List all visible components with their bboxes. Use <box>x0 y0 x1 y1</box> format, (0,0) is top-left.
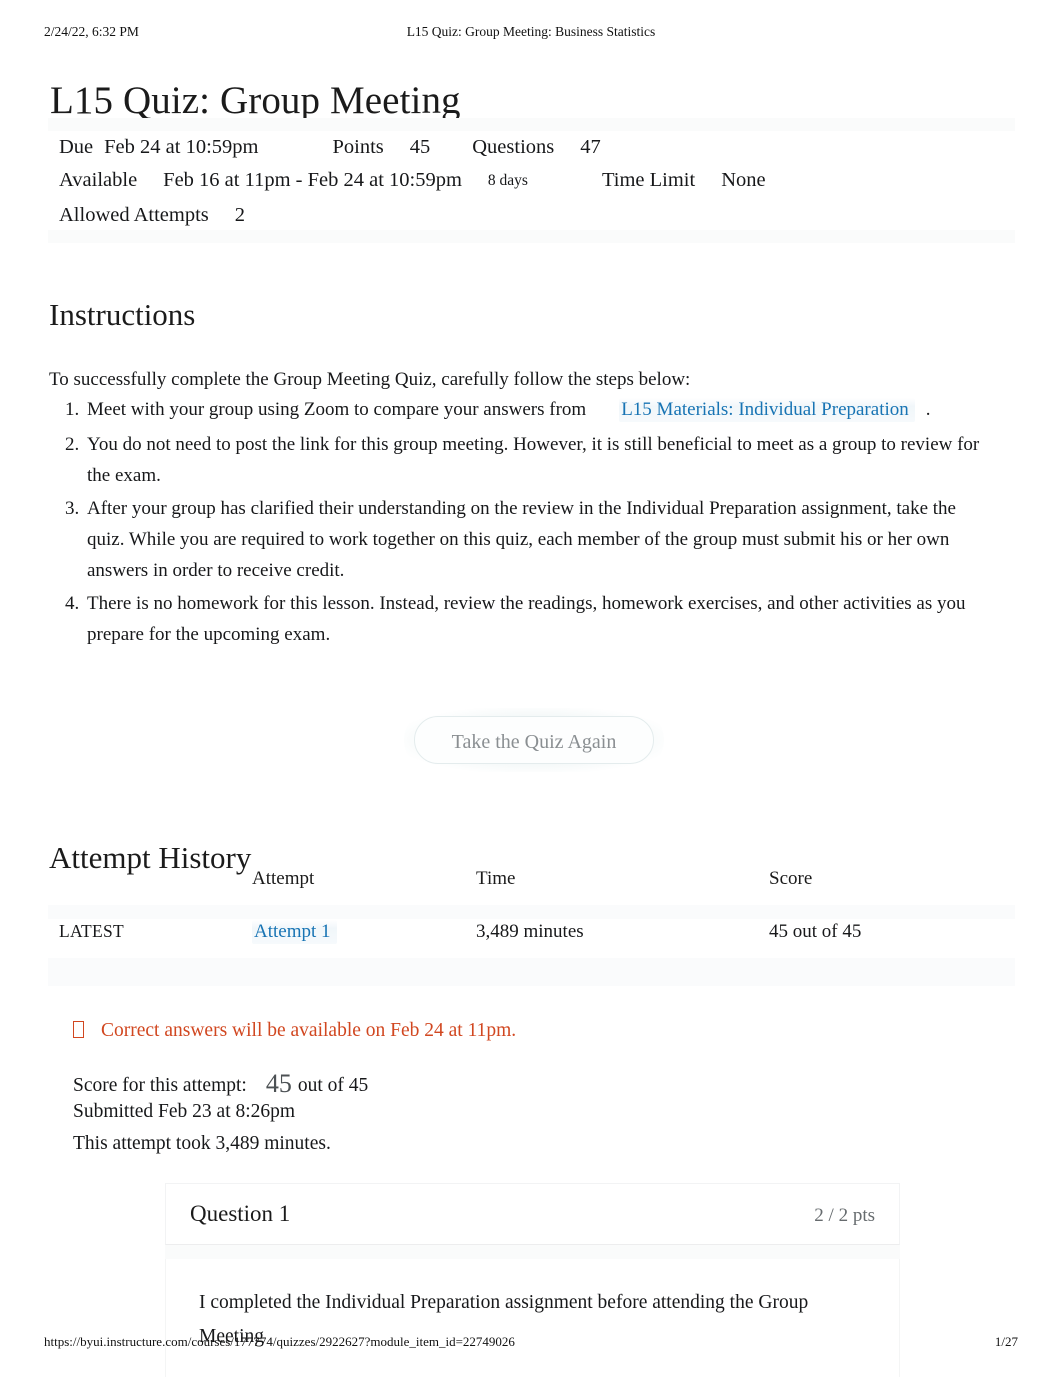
page-title: L15 Quiz: Group Meeting <box>50 79 461 123</box>
attempt-table-band-2 <box>48 958 1015 986</box>
step-1-text-after: . <box>925 399 931 420</box>
question-body: I completed the Individual Preparation a… <box>165 1259 900 1377</box>
print-header: 2/24/22, 6:32 PM L15 Quiz: Group Meeting… <box>0 24 1062 42</box>
meta-band-top <box>48 118 1015 131</box>
print-footer-page-number: 1/27 <box>994 1334 1018 1349</box>
available-duration: 8 days <box>487 172 528 189</box>
instructions-heading: Instructions <box>49 296 196 332</box>
print-footer: https://byui.instructure.com/courses/177… <box>0 1334 1062 1352</box>
table-row-score-cell: 45 out of 45 <box>769 921 862 942</box>
print-document-title: L15 Quiz: Group Meeting: Business Statis… <box>406 24 656 39</box>
latest-badge: LATEST <box>59 921 124 941</box>
instructions-steps-list: Meet with your group using Zoom to compa… <box>49 394 984 651</box>
due-value: Feb 24 at 10:59pm <box>104 136 259 158</box>
score-for-attempt-line: Score for this attempt: 45 out of 45 <box>73 1069 368 1101</box>
meta-row-allowed-attempts: Allowed Attempts 2 <box>59 204 245 227</box>
table-row-attempt-cell: Attempt 1 <box>252 920 337 944</box>
print-footer-url: https://byui.instructure.com/courses/177… <box>44 1334 515 1349</box>
column-header-score: Score <box>769 868 813 889</box>
info-icon <box>73 1021 84 1038</box>
time-limit-value: None <box>721 169 766 191</box>
instruction-step-4: There is no homework for this lesson. In… <box>84 588 984 650</box>
allowed-attempts-label: Allowed Attempts <box>59 204 209 226</box>
instruction-step-1: Meet with your group using Zoom to compa… <box>84 394 984 425</box>
individual-preparation-link[interactable]: L15 Materials: Individual Preparation <box>619 398 915 422</box>
take-quiz-again-button[interactable]: Take the Quiz Again <box>414 716 654 764</box>
score-value: 45 <box>265 1069 292 1098</box>
attempt-1-link[interactable]: Attempt 1 <box>252 920 337 944</box>
meta-row-available: Available Feb 16 at 11pm - Feb 24 at 10:5… <box>59 169 766 192</box>
retake-button-wrapper: Take the Quiz Again <box>404 708 664 772</box>
question-title: Question 1 <box>190 1201 291 1226</box>
meta-band-bottom <box>48 230 1015 243</box>
questions-label: Questions <box>472 136 555 158</box>
questions-value: 47 <box>580 136 601 158</box>
instruction-step-2: You do not need to post the link for thi… <box>84 429 984 491</box>
meta-row-due: Due Feb 24 at 10:59pm Points 45 Questions 47 <box>59 136 601 159</box>
table-row-time-cell: 3,489 minutes <box>476 921 584 942</box>
correct-answers-notice: Correct answers will be available on Feb… <box>73 1020 516 1042</box>
score-label: Score for this attempt: <box>73 1075 247 1096</box>
question-points: 2 / 2 pts <box>814 1205 875 1226</box>
available-value: Feb 16 at 11pm - Feb 24 at 10:59pm <box>163 169 462 191</box>
question-header: Question 1 2 / 2 pts <box>165 1183 900 1245</box>
instruction-step-3: After your group has clarified their und… <box>84 493 984 586</box>
attempt-duration-line: This attempt took 3,489 minutes. <box>73 1133 331 1154</box>
points-label: Points <box>332 136 384 158</box>
correct-answers-notice-text: Correct answers will be available on Feb… <box>101 1020 517 1041</box>
column-header-time: Time <box>476 868 516 889</box>
score-summary: Score for this attempt: 45 out of 45 Submi… <box>73 1069 368 1165</box>
instructions-intro: To successfully complete the Group Meeti… <box>49 369 691 390</box>
allowed-attempts-value: 2 <box>234 204 246 226</box>
step-1-text-before: Meet with your group using Zoom to compa… <box>87 399 587 420</box>
column-header-attempt: Attempt <box>252 868 315 889</box>
available-label: Available <box>59 169 138 191</box>
points-value: 45 <box>409 136 431 158</box>
time-limit-label: Time Limit <box>601 169 696 191</box>
question-header-divider <box>165 1245 900 1259</box>
attempt-table-band-1 <box>48 905 1015 919</box>
submitted-line: Submitted Feb 23 at 8:26pm <box>73 1101 296 1122</box>
attempt-history-table: Attempt Time Score LATEST Attempt 1 3,48… <box>48 868 1015 986</box>
quiz-metadata-box: Due Feb 24 at 10:59pm Points 45 Questions 47 … <box>48 118 1015 243</box>
due-label: Due <box>59 136 94 158</box>
score-out-of: out of 45 <box>297 1075 369 1096</box>
